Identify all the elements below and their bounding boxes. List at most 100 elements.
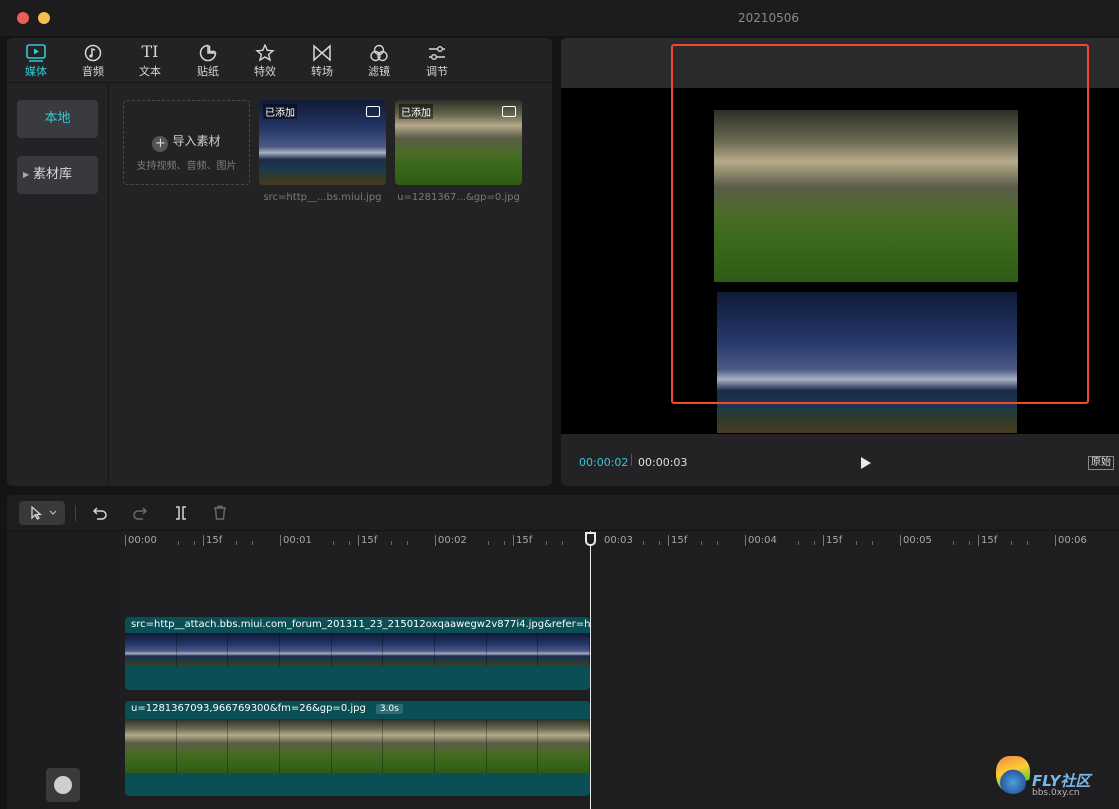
- timeline-ruler[interactable]: 00:00 15f 00:01 15f 00:02 15f 00:03 15f …: [118, 531, 1119, 551]
- import-media-button[interactable]: + 导入素材 支持视频、音频、图片: [123, 100, 250, 185]
- media-thumbnail-lake[interactable]: 已添加: [259, 100, 386, 185]
- play-icon[interactable]: [861, 457, 871, 469]
- ruler-tick: [391, 541, 392, 545]
- added-badge: 已添加: [399, 104, 433, 119]
- clip-frame: [435, 633, 487, 666]
- tab-transition[interactable]: 转场: [297, 42, 347, 80]
- clip-name: u=1281367093,966769300&fm=26&gp=0.jpg 3.0…: [131, 703, 403, 714]
- star-effect-icon: [255, 44, 275, 62]
- media-thumbnail-field[interactable]: 已添加: [395, 100, 522, 185]
- playhead-handle[interactable]: [585, 532, 596, 546]
- plus-icon: +: [152, 136, 169, 152]
- site-watermark: FLY社区 bbs.0xy.cn: [990, 752, 1115, 802]
- media-panel: 媒体 音频 TI 文本 贴纸 特效 转场 滤镜 调节 本地 ▶ 素材库 + 导入…: [7, 38, 552, 486]
- tab-sticker[interactable]: 贴纸: [183, 42, 233, 80]
- ruler-label: 15f: [826, 535, 843, 546]
- audio-mute-button[interactable]: [46, 768, 80, 802]
- ruler-tick: [823, 535, 824, 546]
- total-time: 00:00:03: [638, 456, 688, 469]
- image-type-icon: [366, 106, 380, 117]
- tab-adjust[interactable]: 调节: [412, 42, 462, 80]
- playhead-line[interactable]: [590, 531, 591, 809]
- ruler-label: 15f: [206, 535, 223, 546]
- sidebar-item-library-label: 素材库: [33, 167, 73, 182]
- ruler-tick: [1011, 541, 1012, 545]
- tab-audio[interactable]: 音频: [68, 42, 118, 80]
- media-caption: u=1281367...&gp=0.jpg: [397, 192, 520, 203]
- clip-frame: [331, 633, 384, 666]
- clip-frame: [228, 633, 281, 666]
- clip-frame: [331, 719, 384, 773]
- clip-name: src=http__attach.bbs.miui.com_forum_2013…: [131, 619, 590, 630]
- media-sidebar: 本地 ▶ 素材库: [7, 83, 109, 486]
- ruler-tick: [203, 535, 204, 546]
- clip-frame: [383, 633, 436, 666]
- cursor-icon: [31, 506, 43, 520]
- ruler-label: 00:04: [748, 535, 777, 546]
- ruler-tick: [546, 541, 547, 545]
- select-tool-button[interactable]: [19, 501, 65, 525]
- sidebar-item-library[interactable]: ▶ 素材库: [17, 156, 98, 194]
- adjust-sliders-icon: [429, 46, 445, 60]
- ruler-tick: [1027, 541, 1028, 545]
- ruler-tick: [900, 535, 901, 546]
- ruler-tick: [668, 535, 669, 546]
- ruler-tick: [358, 535, 359, 546]
- media-caption: src=http__...bs.miui.jpg: [263, 192, 382, 203]
- sticker-icon: [199, 44, 217, 62]
- delete-icon[interactable]: [212, 505, 228, 521]
- time-divider: [631, 454, 632, 466]
- timeline-clip-field[interactable]: u=1281367093,966769300&fm=26&gp=0.jpg 3.0…: [125, 701, 590, 796]
- tab-media[interactable]: 媒体: [11, 42, 61, 80]
- ruler-tick: [1055, 535, 1056, 546]
- sidebar-item-local[interactable]: 本地: [17, 100, 98, 138]
- ruler-label: 00:01: [283, 535, 312, 546]
- caret-right-icon: ▶: [23, 170, 30, 179]
- track-header-column: [7, 531, 118, 809]
- ruler-tick: [953, 541, 954, 545]
- ruler-tick: [252, 541, 253, 545]
- ruler-label: 00:06: [1058, 535, 1087, 546]
- clip-frame: [176, 719, 229, 773]
- tab-transition-label: 转场: [311, 65, 333, 78]
- clip-filmstrip: [125, 719, 590, 773]
- ruler-tick: [178, 541, 179, 545]
- text-icon: TI: [141, 42, 159, 61]
- ruler-label: 00:05: [903, 535, 932, 546]
- ruler-tick: [562, 541, 563, 545]
- split-icon[interactable]: [173, 505, 189, 521]
- timeline-panel: 00:00 15f 00:01 15f 00:02 15f 00:03 15f …: [7, 495, 1119, 809]
- transition-icon: [313, 44, 331, 62]
- tab-text[interactable]: TI 文本: [125, 42, 175, 80]
- ruler-tick: [236, 541, 237, 545]
- ruler-label: 00:03: [604, 535, 633, 546]
- timeline-clip-lake[interactable]: src=http__attach.bbs.miui.com_forum_2013…: [125, 617, 590, 690]
- import-label: 导入素材: [172, 134, 221, 148]
- watermark-url: bbs.0xy.cn: [1032, 788, 1080, 798]
- tab-effects[interactable]: 特效: [240, 42, 290, 80]
- ruler-tick: [814, 541, 815, 545]
- tab-filter[interactable]: 滤镜: [354, 42, 404, 80]
- ruler-tick: [488, 541, 489, 545]
- chevron-down-icon: [49, 510, 57, 515]
- clip-frame: [538, 633, 590, 666]
- ruler-tick: [969, 541, 970, 545]
- tab-filter-label: 滤镜: [368, 65, 390, 78]
- current-time: 00:00:02: [579, 456, 629, 469]
- redo-icon[interactable]: [132, 505, 148, 521]
- ruler-tick: [701, 541, 702, 545]
- ruler-tick: [872, 541, 873, 545]
- ruler-tick: [125, 535, 126, 546]
- play-box-icon: [26, 44, 46, 62]
- toolbar-divider: [75, 505, 76, 521]
- ruler-label: 15f: [981, 535, 998, 546]
- tab-text-label: 文本: [139, 65, 161, 78]
- ruler-label: 00:02: [438, 535, 467, 546]
- undo-icon[interactable]: [92, 505, 108, 521]
- tab-media-label: 媒体: [25, 65, 47, 78]
- added-badge: 已添加: [263, 104, 297, 119]
- import-hint: 支持视频、音频、图片: [136, 161, 237, 172]
- original-ratio-button[interactable]: 原始: [1088, 456, 1114, 470]
- clip-frame: [486, 633, 539, 666]
- fly-logo-icon: [996, 756, 1030, 794]
